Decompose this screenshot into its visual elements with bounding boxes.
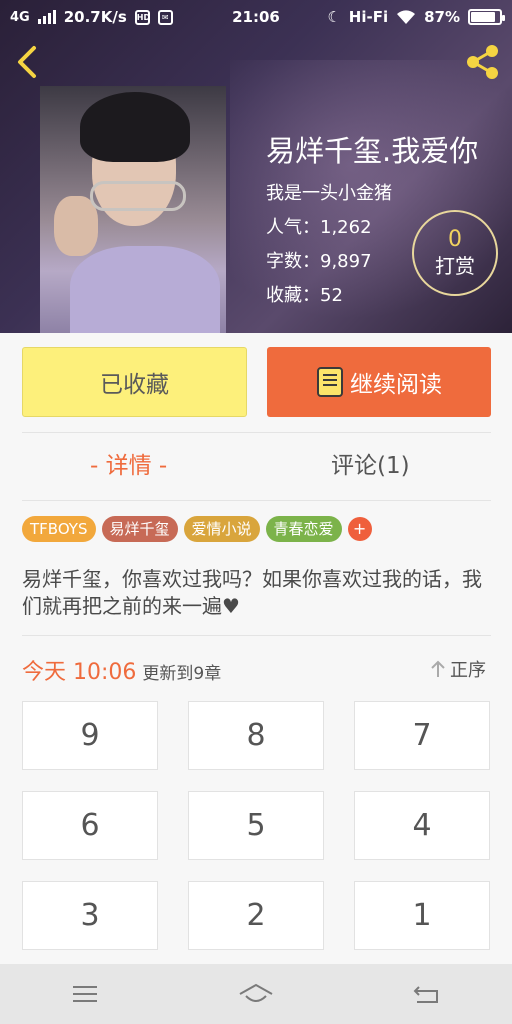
tab-comments[interactable]: 评论(1) <box>331 446 410 480</box>
network-speed: 20.7K/s <box>63 8 127 26</box>
battery-icon <box>468 9 505 25</box>
book-author: 我是一头小金猪 <box>266 183 392 204</box>
chapter-button[interactable]: 6 <box>22 791 158 860</box>
tab-details[interactable]: - 详情 - <box>90 446 167 480</box>
book-description: 易烊千玺，你喜欢过我吗？如果你喜欢过我的话，我们就再把之前的来一遍♥ <box>22 567 482 618</box>
hifi-label: Hi-Fi <box>348 8 389 26</box>
continue-reading-label: 继续阅读 <box>350 372 442 398</box>
chevron-left-icon <box>18 46 36 78</box>
tag-romance-novel[interactable]: 爱情小说 <box>183 516 260 542</box>
share-icon <box>467 45 498 79</box>
word-count-stat: 字数：9,897 <box>266 251 372 272</box>
back-button[interactable] <box>10 42 44 82</box>
update-text: 更新到9章 <box>142 664 222 684</box>
arrow-up-icon <box>431 660 445 677</box>
book-title: 易烊千玺.我爱你 <box>266 134 479 168</box>
tip-label: 打赏 <box>435 254 475 278</box>
wifi-icon <box>397 10 416 24</box>
message-icon: ✉ <box>157 9 173 25</box>
home-icon <box>239 983 273 1002</box>
chapter-button[interactable]: 3 <box>22 881 158 950</box>
update-info: 今天 10:06 更新到9章 <box>22 654 221 686</box>
network-type: 4G <box>10 9 30 25</box>
moon-icon: ☾ <box>327 8 341 26</box>
tip-count: 0 <box>448 227 462 252</box>
chapter-button[interactable]: 4 <box>354 791 490 860</box>
chapter-button[interactable]: 9 <box>22 701 158 770</box>
back-nav-button[interactable] <box>397 974 457 1014</box>
chapter-button[interactable]: 5 <box>188 791 324 860</box>
hd-icon: HD <box>134 9 150 25</box>
divider <box>22 432 491 433</box>
status-bar: 4G 20.7K/s HD ✉ 21:06 ☾ Hi-Fi 87% <box>0 0 512 34</box>
favorites-stat: 收藏：52 <box>266 285 343 306</box>
chapter-button[interactable]: 7 <box>354 701 490 770</box>
collected-button[interactable]: 已收藏 <box>22 347 247 417</box>
tag-list: TFBOYS 易烊千玺 爱情小说 青春恋爱 + <box>22 516 372 542</box>
home-button[interactable] <box>226 974 286 1014</box>
chapter-button[interactable]: 1 <box>354 881 490 950</box>
tag-tfboys[interactable]: TFBOYS <box>22 516 96 542</box>
divider <box>22 635 491 636</box>
tag-yiyang-qianxi[interactable]: 易烊千玺 <box>101 516 178 542</box>
book-icon <box>317 367 343 397</box>
update-time: 今天 10:06 <box>22 660 137 685</box>
system-nav-bar <box>0 964 512 1024</box>
popularity-stat: 人气：1,262 <box>266 217 372 238</box>
add-tag-button[interactable]: + <box>347 517 372 541</box>
share-button[interactable] <box>462 42 504 82</box>
chapter-button[interactable]: 2 <box>188 881 324 950</box>
book-hero: 4G 20.7K/s HD ✉ 21:06 ☾ Hi-Fi 87% 易烊千玺.我… <box>0 0 512 333</box>
menu-button[interactable] <box>55 974 115 1014</box>
tip-button[interactable]: 0 打赏 <box>412 210 498 296</box>
tag-youth-love[interactable]: 青春恋爱 <box>265 516 342 542</box>
return-icon <box>413 986 438 1003</box>
book-cover <box>40 86 226 333</box>
collected-label: 已收藏 <box>100 372 169 398</box>
sort-order-button[interactable]: 正序 <box>430 656 486 682</box>
chapter-button[interactable]: 8 <box>188 701 324 770</box>
divider <box>22 500 491 501</box>
sort-order-label: 正序 <box>450 660 486 681</box>
continue-reading-button[interactable]: 继续阅读 <box>267 347 491 417</box>
battery-percent: 87% <box>424 8 460 26</box>
menu-icon <box>73 986 98 1002</box>
signal-icon <box>37 10 56 24</box>
